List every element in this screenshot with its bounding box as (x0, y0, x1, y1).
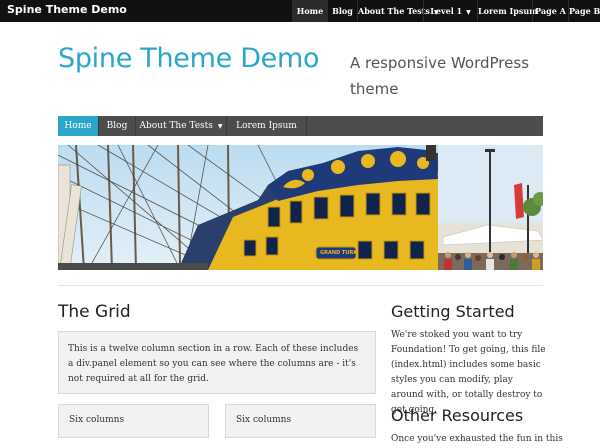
topnav-item-page-b[interactable]: Page B (568, 0, 600, 22)
topnav-label: Level 1 (430, 6, 463, 16)
getting-started-heading: Getting Started (391, 302, 515, 321)
topnav-label: Lorem Ipsum (478, 6, 538, 16)
topnav-label: About The Tests (358, 6, 430, 16)
mainnav-item-blog[interactable]: Blog (99, 116, 136, 136)
ship-nameplate-text: GRAND TURK (320, 250, 358, 256)
topnav-item-blog[interactable]: Blog (327, 0, 357, 22)
getting-started-text: We're stoked you want to try Foundation!… (391, 330, 546, 415)
six-column-panel-right: Six columns (225, 404, 376, 438)
mainnav-label: Lorem Ipsum (236, 121, 297, 131)
site-title[interactable]: Spine Theme Demo (58, 43, 320, 74)
topnav-item-lorem-ipsum[interactable]: Lorem Ipsum (477, 0, 538, 22)
topnav-label: Blog (332, 6, 353, 16)
panel-text: Six columns (236, 415, 292, 425)
caret-down-icon: ▼ (466, 9, 471, 16)
hero-banner-image: GRAND TURK (58, 145, 543, 270)
mainnav-item-about[interactable]: About The Tests ▼ (136, 116, 227, 136)
topnav-item-page-a[interactable]: Page A (532, 0, 568, 22)
other-resources-text: Once you've exhausted the fun in this (391, 434, 563, 444)
divider (58, 285, 543, 286)
topnav-item-about[interactable]: About The Tests ▼ (357, 0, 439, 22)
grid-heading: The Grid (58, 302, 131, 322)
mainnav-item-lorem-ipsum[interactable]: Lorem Ipsum (227, 116, 307, 136)
top-bar: Spine Theme Demo Home Blog About The Tes… (0, 0, 600, 22)
topnav-item-home[interactable]: Home (292, 0, 327, 22)
panel-text: This is a twelve column section in a row… (68, 344, 359, 384)
topnav-label: Page B (569, 6, 600, 16)
twelve-column-panel: This is a twelve column section in a row… (58, 331, 376, 394)
mainnav-item-home[interactable]: Home (58, 116, 99, 136)
topnav-label: Home (296, 6, 324, 16)
panel-text: Six columns (69, 415, 125, 425)
mainnav-label: Home (64, 121, 92, 131)
site-tagline: A responsive WordPress theme (350, 54, 530, 98)
topnav-item-level-1[interactable]: Level 1 ▼ (423, 0, 477, 22)
topnav-label: Page A (535, 6, 566, 16)
caret-down-icon: ▼ (217, 123, 223, 130)
topbar-site-name[interactable]: Spine Theme Demo (7, 3, 127, 16)
ship-illustration (58, 145, 543, 270)
six-column-panel-left: Six columns (58, 404, 209, 438)
mainnav-label: Blog (106, 121, 128, 131)
other-resources-heading: Other Resources (391, 406, 524, 425)
main-nav: Home Blog About The Tests ▼ Lorem Ipsum (58, 116, 543, 136)
topbar-nav: Home Blog About The Tests ▼ Level 1 ▼ Lore… (292, 0, 600, 22)
mainnav-label: About The Tests (139, 121, 213, 131)
